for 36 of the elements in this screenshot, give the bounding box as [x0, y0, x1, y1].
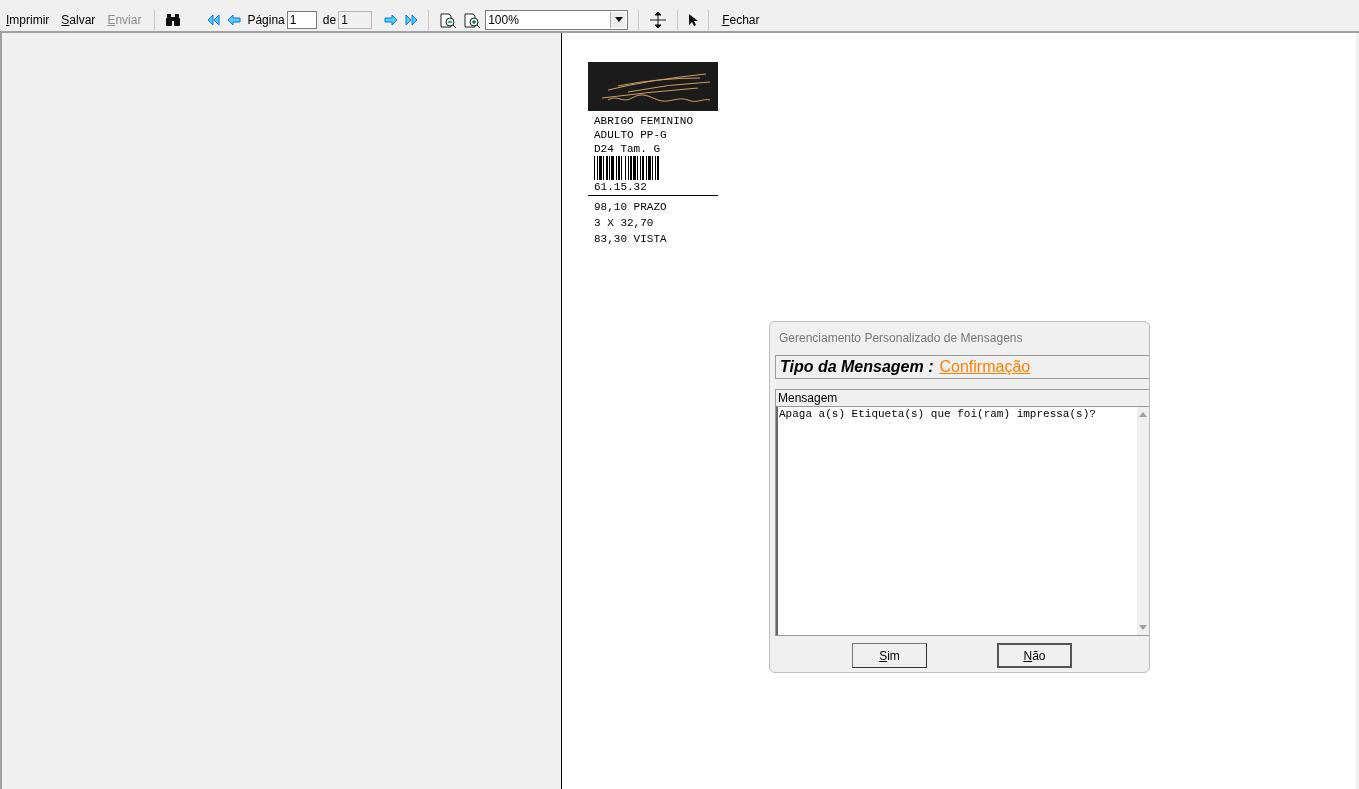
dialog-title: Gerenciamento Personalizado de Mensagens [778, 330, 1024, 347]
price-text: 3 X 32,70 [594, 216, 655, 231]
first-page-icon[interactable] [207, 13, 222, 26]
last-page-icon[interactable] [404, 13, 419, 26]
page-label: Página [247, 12, 285, 27]
message-type-label: Tipo da Mensagem : [780, 358, 934, 376]
barcode-number: 61.15.32 [594, 180, 648, 194]
barcode-drawing [594, 156, 660, 180]
pointer-icon[interactable] [688, 12, 699, 27]
zoom-dropdown[interactable]: 100% [485, 9, 629, 30]
dialog-button[interactable]: Sim [852, 643, 927, 668]
scrollbar[interactable] [1137, 407, 1149, 635]
resize-icon[interactable] [649, 10, 668, 29]
total-pages-field[interactable]: 1 [338, 10, 373, 29]
price-text: 83,30 VISTA [594, 232, 668, 247]
zoom-out-icon[interactable] [439, 10, 458, 29]
label-text: ABRIGO FEMININO [594, 114, 695, 128]
price-text: 98,10 PRAZO [594, 200, 668, 215]
label-text: ADULTO PP-G [594, 128, 668, 142]
message-text: Apaga a(s) Etiqueta(s) que foi(ram) impressa(s)? [778, 407, 1096, 422]
dropdown-arrow-icon[interactable] [614, 17, 623, 22]
message-text-area[interactable]: Apaga a(s) Etiqueta(s) que foi(ram) impressa(s)? [776, 406, 1149, 635]
toolbar-button[interactable]: Salvar [58, 12, 99, 27]
binoculars-icon[interactable] [165, 12, 182, 27]
toolbar-button[interactable]: Imprimir [3, 12, 53, 27]
next-page-icon[interactable] [384, 13, 399, 26]
label-text: D24 Tam. G [594, 142, 661, 156]
of-label: de [322, 12, 337, 27]
previous-page-icon[interactable] [227, 13, 242, 26]
scroll-up-icon[interactable] [1139, 412, 1147, 417]
dialog-button[interactable]: Não [997, 643, 1072, 668]
message-label: Mensagem [777, 390, 839, 406]
close-button[interactable]: Fechar [719, 12, 763, 27]
page-field[interactable]: 1 [286, 10, 317, 29]
scroll-down-icon[interactable] [1139, 625, 1147, 630]
zoom-in-icon[interactable] [463, 10, 482, 29]
